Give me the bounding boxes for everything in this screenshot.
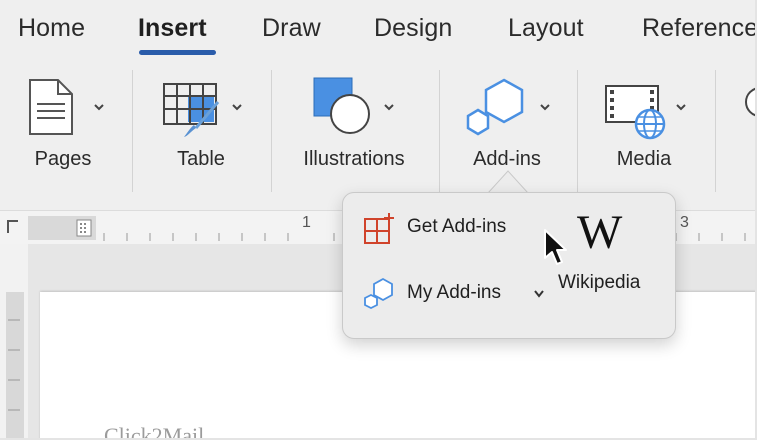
partial-ribbon-icon — [745, 87, 755, 117]
add-ins-icon — [466, 78, 524, 136]
ruler-mark: 1 — [302, 214, 311, 231]
tab-insert[interactable]: Insert — [138, 14, 207, 43]
word-window: Home Insert Draw Design Layout Reference… — [0, 0, 757, 440]
my-add-ins-label: My Add-ins — [407, 282, 501, 303]
indent-marker-icon[interactable] — [76, 219, 92, 237]
illustrations-icon — [313, 77, 370, 134]
ribbon-divider — [715, 70, 716, 192]
chevron-down-icon[interactable] — [533, 289, 545, 299]
tab-references[interactable]: Reference — [642, 14, 755, 43]
chevron-down-icon[interactable] — [232, 102, 242, 112]
vertical-ruler[interactable] — [0, 244, 28, 438]
active-tab-indicator — [139, 50, 216, 55]
media-label: Media — [616, 148, 672, 170]
get-add-ins-label: Get Add-ins — [407, 216, 507, 237]
ribbon-divider — [271, 70, 272, 192]
wikipedia-logo: W — [577, 206, 622, 259]
wikipedia-add-in[interactable]: W Wikipedia — [556, 200, 662, 304]
chevron-down-icon[interactable] — [94, 102, 104, 112]
ribbon-tabs: Home Insert Draw Design Layout Reference — [0, 0, 755, 62]
table-group[interactable]: Table — [152, 62, 252, 210]
ribbon-divider — [132, 70, 133, 192]
ribbon-divider — [439, 70, 440, 192]
illustrations-group[interactable]: Illustrations — [290, 62, 418, 210]
chevron-down-icon[interactable] — [384, 102, 394, 112]
pages-icon — [29, 79, 73, 135]
my-add-ins-icon — [364, 277, 393, 309]
mouse-cursor-icon — [544, 229, 567, 265]
get-add-ins-icon — [364, 213, 394, 244]
insert-ribbon: Pages Table Illustrations Add-ins Media — [0, 62, 755, 210]
ribbon-divider — [577, 70, 578, 192]
media-group[interactable]: Media — [596, 62, 694, 210]
pages-group[interactable]: Pages — [18, 62, 108, 210]
my-add-ins-button[interactable]: My Add-ins — [361, 275, 561, 313]
chevron-down-icon[interactable] — [676, 102, 686, 112]
document-text[interactable]: Click2Mail — [104, 423, 204, 438]
vertical-ruler-ticks — [8, 319, 20, 411]
table-icon — [163, 83, 220, 137]
media-icon — [605, 85, 666, 140]
tab-draw[interactable]: Draw — [262, 14, 321, 43]
pages-label: Pages — [34, 148, 92, 170]
wikipedia-label: Wikipedia — [558, 272, 641, 293]
ruler-mark: 3 — [680, 214, 689, 231]
tab-layout[interactable]: Layout — [508, 14, 584, 43]
tab-home[interactable]: Home — [18, 14, 85, 43]
tab-stop-icon[interactable] — [6, 217, 20, 235]
add-ins-label: Add-ins — [473, 148, 541, 170]
chevron-down-icon[interactable] — [540, 102, 550, 112]
table-label: Table — [177, 148, 225, 170]
illustrations-label: Illustrations — [303, 148, 405, 170]
tab-design[interactable]: Design — [374, 14, 452, 43]
get-add-ins-button[interactable]: Get Add-ins — [361, 211, 561, 253]
popover-arrow — [488, 170, 528, 194]
